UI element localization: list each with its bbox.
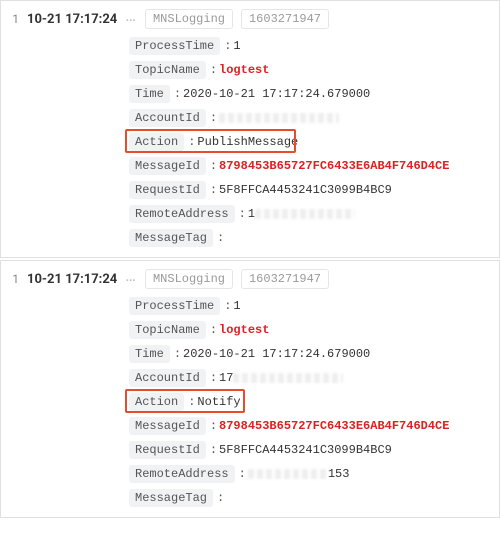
field-separator: : bbox=[235, 467, 248, 481]
field-separator: : bbox=[206, 183, 219, 197]
field-separator: : bbox=[206, 159, 219, 173]
field-separator: : bbox=[206, 323, 219, 337]
field-value: 5F8FFCA4453241C3099B4BC9 bbox=[219, 443, 392, 457]
field-list: ProcessTime:1TopicName:logtestTime:2020-… bbox=[129, 297, 491, 507]
log-entry-header: 1 10-21 17:17:24 … MNSLogging 1603271947 bbox=[9, 9, 491, 29]
field-separator: : bbox=[220, 299, 233, 313]
field-key[interactable]: Action bbox=[129, 133, 184, 151]
field-value: Notify bbox=[197, 395, 240, 409]
field-separator: : bbox=[184, 135, 197, 149]
log-entry: 1 10-21 17:17:24 … MNSLogging 1603271947 Proc… bbox=[0, 0, 500, 258]
timestamp: 10-21 17:17:24 bbox=[27, 272, 117, 287]
field-row: MessageId:8798453B65727FC6433E6AB4F746D4… bbox=[129, 157, 491, 175]
field-value: logtest bbox=[219, 323, 269, 337]
field-value: PublishMessage bbox=[197, 135, 298, 149]
field-value: 8798453B65727FC6433E6AB4F746D4CE bbox=[219, 159, 449, 173]
log-tag[interactable]: 1603271947 bbox=[241, 9, 329, 29]
field-value-prefix: 1 bbox=[248, 207, 255, 221]
more-icon[interactable]: … bbox=[125, 271, 137, 281]
field-row: MessageId:8798453B65727FC6433E6AB4F746D4… bbox=[129, 417, 491, 435]
more-icon[interactable]: … bbox=[125, 11, 137, 21]
log-tag[interactable]: MNSLogging bbox=[145, 269, 233, 289]
redacted-value bbox=[233, 373, 343, 383]
field-row: AccountId: bbox=[129, 109, 491, 127]
field-row: ProcessTime:1 bbox=[129, 297, 491, 315]
field-value: 2020-10-21 17:17:24.679000 bbox=[183, 347, 370, 361]
field-value: 8798453B65727FC6433E6AB4F746D4CE bbox=[219, 419, 449, 433]
field-value-prefix: 17 bbox=[219, 371, 233, 385]
field-key[interactable]: MessageTag bbox=[129, 229, 213, 247]
field-key[interactable]: Time bbox=[129, 85, 170, 103]
field-row: MessageTag: bbox=[129, 489, 491, 507]
field-key[interactable]: RemoteAddress bbox=[129, 465, 235, 483]
field-row: TopicName:logtest bbox=[129, 61, 491, 79]
field-key[interactable]: Action bbox=[129, 393, 184, 411]
field-value: 1 bbox=[233, 299, 240, 313]
field-separator: : bbox=[235, 207, 248, 221]
field-separator: : bbox=[206, 63, 219, 77]
field-separator: : bbox=[184, 395, 197, 409]
field-row: RequestId:5F8FFCA4453241C3099B4BC9 bbox=[129, 441, 491, 459]
field-key[interactable]: RequestId bbox=[129, 181, 206, 199]
field-row: RequestId:5F8FFCA4453241C3099B4BC9 bbox=[129, 181, 491, 199]
log-tag[interactable]: MNSLogging bbox=[145, 9, 233, 29]
field-row: ProcessTime:1 bbox=[129, 37, 491, 55]
redacted-value bbox=[219, 113, 339, 123]
field-separator: : bbox=[206, 443, 219, 457]
field-list: ProcessTime:1TopicName:logtestTime:2020-… bbox=[129, 37, 491, 247]
field-separator: : bbox=[206, 419, 219, 433]
log-tag[interactable]: 1603271947 bbox=[241, 269, 329, 289]
field-row: AccountId:17 bbox=[129, 369, 491, 387]
log-entry-header: 1 10-21 17:17:24 … MNSLogging 1603271947 bbox=[9, 269, 491, 289]
row-number: 1 bbox=[9, 12, 19, 26]
field-key[interactable]: MessageId bbox=[129, 157, 206, 175]
field-value: 1 bbox=[233, 39, 240, 53]
field-row: Action:PublishMessage bbox=[129, 133, 491, 151]
field-key[interactable]: MessageId bbox=[129, 417, 206, 435]
row-number: 1 bbox=[9, 272, 19, 286]
redacted-value bbox=[255, 209, 355, 219]
field-key[interactable]: ProcessTime bbox=[129, 297, 220, 315]
field-separator: : bbox=[206, 111, 219, 125]
timestamp: 10-21 17:17:24 bbox=[27, 12, 117, 27]
field-key[interactable]: RemoteAddress bbox=[129, 205, 235, 223]
field-key[interactable]: TopicName bbox=[129, 61, 206, 79]
field-key[interactable]: AccountId bbox=[129, 109, 206, 127]
field-key[interactable]: MessageTag bbox=[129, 489, 213, 507]
field-separator: : bbox=[206, 371, 219, 385]
field-value: logtest bbox=[219, 63, 269, 77]
field-key[interactable]: RequestId bbox=[129, 441, 206, 459]
field-row: MessageTag: bbox=[129, 229, 491, 247]
field-separator: : bbox=[213, 231, 226, 245]
field-separator: : bbox=[220, 39, 233, 53]
field-key[interactable]: AccountId bbox=[129, 369, 206, 387]
field-separator: : bbox=[170, 347, 183, 361]
field-row: RemoteAddress:1 bbox=[129, 205, 491, 223]
field-value: 5F8FFCA4453241C3099B4BC9 bbox=[219, 183, 392, 197]
field-row: Action: Notify bbox=[129, 393, 491, 411]
field-row: Time:2020-10-21 17:17:24.679000 bbox=[129, 85, 491, 103]
field-key[interactable]: ProcessTime bbox=[129, 37, 220, 55]
field-row: TopicName:logtest bbox=[129, 321, 491, 339]
redacted-value bbox=[248, 469, 328, 479]
field-value-suffix: 153 bbox=[328, 467, 350, 481]
field-row: RemoteAddress: 153 bbox=[129, 465, 491, 483]
field-key[interactable]: Time bbox=[129, 345, 170, 363]
field-separator: : bbox=[170, 87, 183, 101]
field-key[interactable]: TopicName bbox=[129, 321, 206, 339]
field-value: 2020-10-21 17:17:24.679000 bbox=[183, 87, 370, 101]
log-entry: 1 10-21 17:17:24 … MNSLogging 1603271947 Proc… bbox=[0, 260, 500, 518]
field-row: Time:2020-10-21 17:17:24.679000 bbox=[129, 345, 491, 363]
field-separator: : bbox=[213, 491, 226, 505]
